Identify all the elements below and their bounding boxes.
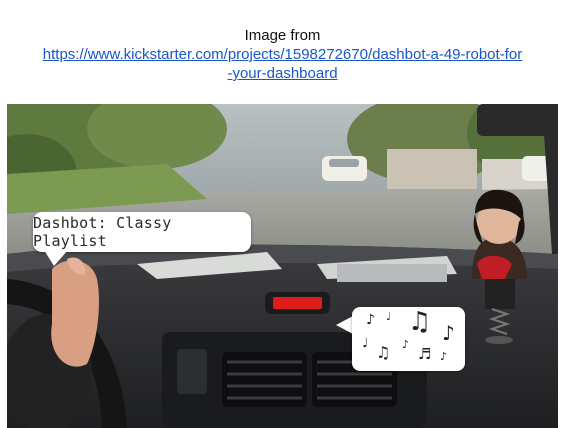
caption-prefix: Image from — [244, 27, 321, 44]
music-note-icon: ♪ — [366, 312, 375, 328]
music-note-icon: ♪ — [440, 350, 448, 363]
music-note-icon: ♬ — [418, 345, 432, 363]
music-note-icon: ♫ — [376, 343, 391, 362]
speech-bubble-text: Dashbot: Classy Playlist — [33, 214, 172, 250]
music-notes-icon: ♪ ♩ ♫ ♪ ♩ ♫ ♪ ♬ ♪ — [352, 307, 465, 371]
speech-bubble-tail — [44, 250, 68, 266]
dashbot-speech-bubble: Dashbot: Classy Playlist — [33, 212, 251, 252]
dashbot-photo — [7, 104, 558, 428]
caption: Image from https://www.kickstarter.com/p… — [0, 26, 565, 83]
music-note-icon: ♫ — [408, 307, 432, 337]
music-note-icon: ♩ — [362, 336, 369, 351]
music-note-icon: ♩ — [386, 310, 392, 323]
slide: Image from https://www.kickstarter.com/p… — [0, 0, 565, 428]
source-link[interactable]: https://www.kickstarter.com/projects/159… — [43, 45, 523, 83]
music-note-icon: ♪ — [402, 338, 410, 351]
car-interior-scene — [7, 104, 558, 428]
music-note-icon: ♪ — [442, 321, 455, 345]
music-bubble-tail — [336, 316, 353, 334]
